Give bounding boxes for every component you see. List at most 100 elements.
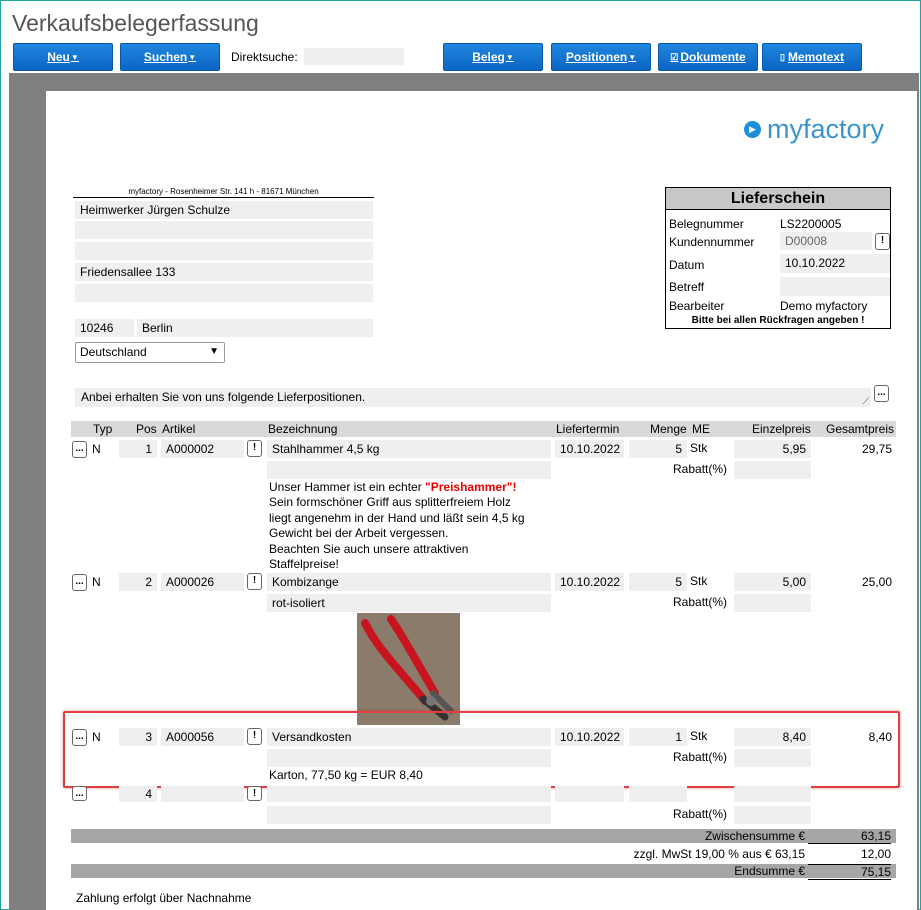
product-image <box>357 613 460 725</box>
betreff-field[interactable] <box>780 277 890 296</box>
row-typ: N <box>92 442 101 456</box>
row-einzelpreis[interactable]: 5,00 <box>734 573 811 591</box>
intro-textarea[interactable]: Anbei erhalten Sie von uns folgende Lief… <box>75 388 871 407</box>
row-liefertermin[interactable]: 10.10.2022 <box>555 440 624 458</box>
col-bezeichnung: Bezeichnung <box>268 422 338 436</box>
row-gesamtpreis: 29,75 <box>861 442 892 456</box>
vat-label: zzgl. MwSt 19,00 % aus € 63,15 <box>633 847 805 861</box>
bearbeiter-value: Demo myfactory <box>780 299 868 313</box>
row-pos[interactable]: 4 <box>119 786 157 802</box>
row-bezeichnung[interactable] <box>267 786 551 802</box>
datum-field[interactable]: 10.10.2022 <box>780 254 890 273</box>
address-city[interactable]: Berlin <box>137 319 373 337</box>
beleg-button[interactable]: Beleg ▼ <box>443 43 543 71</box>
direct-search-label: Direktsuche: <box>231 50 298 64</box>
direct-search-input[interactable] <box>304 48 404 65</box>
address-line-3[interactable] <box>75 242 373 260</box>
row-rabatt-label: Rabatt(%) <box>673 807 728 821</box>
row-me: Stk <box>690 441 708 455</box>
country-select[interactable]: Deutschland ▼ <box>75 342 225 363</box>
col-menge: Menge <box>650 422 687 436</box>
window-title: Verkaufsbelegerfassung <box>12 10 259 36</box>
row-me: Stk <box>690 574 708 588</box>
documents-button[interactable]: ☑ Dokumente <box>658 43 758 71</box>
caret-down-icon: ▼ <box>70 52 79 62</box>
belegnummer-label: Belegnummer <box>669 217 744 231</box>
row-menge[interactable] <box>629 786 687 802</box>
country-value: Deutschland <box>80 345 147 359</box>
row-rabatt[interactable] <box>734 594 811 612</box>
kundennummer-field[interactable]: D00008 <box>780 232 872 250</box>
col-artikel: Artikel <box>162 422 196 436</box>
row-menge[interactable]: 5 <box>629 440 687 458</box>
customer-info-icon[interactable]: ! <box>875 233 890 250</box>
positions-button[interactable]: Positionen ▼ <box>551 43 651 71</box>
address-line-1[interactable]: Heimwerker Jürgen Schulze <box>75 201 373 219</box>
checkbox-icon: ☑ <box>670 51 679 62</box>
pliers-image <box>357 613 460 725</box>
row-pos[interactable]: 1 <box>119 440 157 458</box>
row-rabatt[interactable] <box>734 806 811 824</box>
description-line: Gewicht bei der Arbeit vergessen. <box>269 526 449 541</box>
subtotal-label: Zwischensumme € <box>704 829 805 843</box>
search-button[interactable]: Suchen ▼ <box>120 43 220 71</box>
article-info-icon[interactable]: ! <box>247 573 262 590</box>
document-info-box: Lieferschein Belegnummer LS2200005 Kunde… <box>665 187 891 329</box>
sender-line: myfactory - Rosenheimer Str. 141 h - 816… <box>73 187 374 198</box>
new-button[interactable]: Neu ▼ <box>13 43 113 71</box>
row-bezeichnung[interactable]: Kombizange <box>267 573 551 591</box>
row-rabatt[interactable] <box>734 461 811 479</box>
col-typ: Typ <box>93 422 113 436</box>
row-artikel[interactable]: A000002 <box>161 440 244 458</box>
total-label: Endsumme € <box>734 864 805 878</box>
description-highlight: "Preishammer"! <box>425 480 517 494</box>
article-info-icon[interactable]: ! <box>247 440 262 457</box>
documents-label: Dokumente <box>680 50 746 64</box>
row-artikel[interactable] <box>161 786 244 802</box>
address-line-2[interactable] <box>75 221 373 239</box>
description-line: liegt angenehm in der Hand und läßt sein… <box>269 510 525 525</box>
betreff-label: Betreff <box>669 280 705 294</box>
col-pos: Pos <box>136 422 157 436</box>
row-liefertermin[interactable] <box>555 786 624 802</box>
play-icon: ▶ <box>744 121 761 138</box>
row-rabatt-label: Rabatt(%) <box>673 595 728 609</box>
resize-grip-icon[interactable]: ⟋ <box>863 396 869 407</box>
row-pos[interactable]: 2 <box>119 573 157 591</box>
row-artikel[interactable]: A000026 <box>161 573 244 591</box>
row-options-button[interactable]: ... <box>72 441 87 458</box>
subtotal-value: 63,15 <box>808 829 891 844</box>
address-zip[interactable]: 10246 <box>75 319 134 337</box>
document-heading: Lieferschein <box>666 188 890 210</box>
caret-down-icon: ▼ <box>628 52 637 62</box>
caret-down-icon: ▼ <box>188 52 197 62</box>
col-me: ME <box>692 422 710 436</box>
address-line-5[interactable] <box>75 284 373 302</box>
row-options-button[interactable]: ... <box>72 574 87 591</box>
vat-value: 12,00 <box>860 847 891 861</box>
row-bezeichnung-2[interactable] <box>267 461 551 479</box>
row-menge[interactable]: 5 <box>629 573 687 591</box>
memotext-button[interactable]: ▯ Memotext <box>762 43 862 71</box>
row-bezeichnung[interactable]: Stahlhammer 4,5 kg <box>267 440 551 458</box>
address-street[interactable]: Friedensallee 133 <box>75 263 373 281</box>
row-bezeichnung-2[interactable] <box>267 806 551 824</box>
belegnummer-value: LS2200005 <box>780 217 842 231</box>
row-einzelpreis[interactable] <box>734 786 811 802</box>
row-bezeichnung-2[interactable]: rot-isoliert <box>267 594 551 612</box>
row-options-button[interactable]: ... <box>72 786 87 801</box>
intro-options-button[interactable]: ... <box>874 385 889 402</box>
document-note: Bitte bei allen Rückfragen angeben ! <box>691 315 865 326</box>
positions-label: Positionen <box>565 50 628 64</box>
article-info-icon[interactable]: ! <box>247 786 262 801</box>
total-value: 75,15 <box>808 864 891 880</box>
clipboard-icon: ▯ <box>780 51 785 62</box>
row-liefertermin[interactable]: 10.10.2022 <box>555 573 624 591</box>
description-line: Staffelpreise! <box>269 557 339 572</box>
description-line: Beachten Sie auch unsere attraktiven <box>269 541 469 556</box>
new-label: Neu <box>47 50 70 64</box>
row-gesamtpreis: 25,00 <box>861 575 892 589</box>
company-logo: ▶ myfactory <box>744 114 884 145</box>
row-einzelpreis[interactable]: 5,95 <box>734 440 811 458</box>
highlight-frame <box>63 711 900 788</box>
